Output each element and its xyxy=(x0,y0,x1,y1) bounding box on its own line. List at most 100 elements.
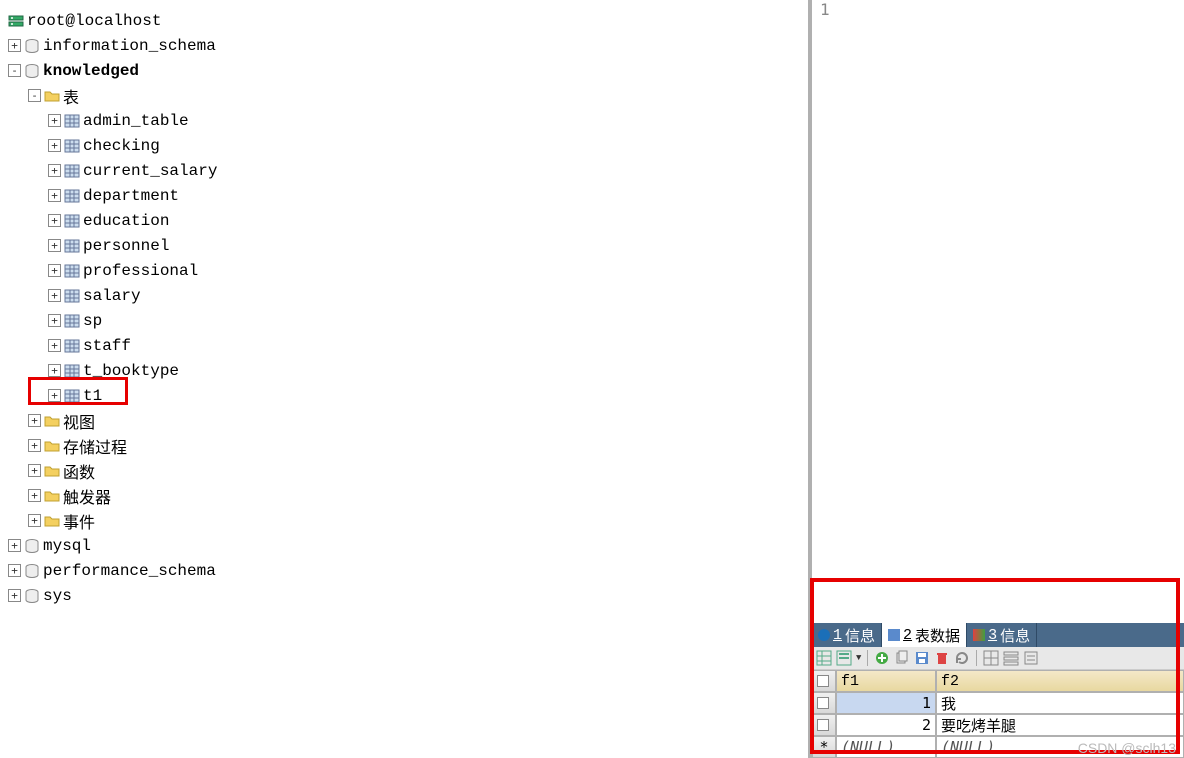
table-icon xyxy=(64,363,80,379)
expand-icon[interactable]: + xyxy=(28,414,41,427)
folder-icon xyxy=(44,413,60,429)
tree-label: root@localhost xyxy=(27,12,161,30)
tree-node-table[interactable]: +salary xyxy=(4,283,804,308)
expand-icon[interactable]: + xyxy=(48,114,61,127)
column-header-f1[interactable]: f1 xyxy=(836,670,936,692)
tree-label: information_schema xyxy=(43,37,216,55)
tree-node-db[interactable]: +mysql xyxy=(4,533,804,558)
expand-icon[interactable]: + xyxy=(28,514,41,527)
tree-node-folder[interactable]: +事件 xyxy=(4,508,804,533)
expand-icon[interactable]: + xyxy=(28,439,41,452)
table-icon xyxy=(64,288,80,304)
folder-icon xyxy=(44,438,60,454)
new-row-marker[interactable]: * xyxy=(812,736,836,758)
expand-icon[interactable]: + xyxy=(48,289,61,302)
tree-node-table[interactable]: + personnel xyxy=(4,233,804,258)
expand-icon[interactable]: + xyxy=(8,589,21,602)
chart-icon xyxy=(973,629,985,641)
wrap-icon[interactable] xyxy=(1023,650,1039,666)
tree-node-table[interactable]: + staff xyxy=(4,333,804,358)
tab-number: 2 xyxy=(903,627,912,644)
folder-icon xyxy=(44,513,60,529)
collapse-icon[interactable]: - xyxy=(28,89,41,102)
tree-node-table[interactable]: + department xyxy=(4,183,804,208)
expand-icon[interactable]: + xyxy=(8,564,21,577)
tree-node-table[interactable]: +professional xyxy=(4,258,804,283)
tab-info-1[interactable]: 1 信息 xyxy=(812,623,882,647)
tab-label: 信息 xyxy=(1000,625,1030,646)
copy-row-icon[interactable] xyxy=(894,650,910,666)
tab-data-2[interactable]: 2 表数据 xyxy=(882,623,967,647)
tree-node-tables-folder[interactable]: - 表 xyxy=(4,83,804,108)
column-header-f2[interactable]: f2 xyxy=(936,670,1184,692)
tree-node-folder[interactable]: +存储过程 xyxy=(4,433,804,458)
expand-icon[interactable]: + xyxy=(48,189,61,202)
expand-icon[interactable]: + xyxy=(48,314,61,327)
expand-icon[interactable]: + xyxy=(8,539,21,552)
text-grid-icon[interactable] xyxy=(1003,650,1019,666)
expand-icon[interactable]: + xyxy=(48,389,61,402)
tree-node-table[interactable]: + t1 xyxy=(4,383,804,408)
expand-icon[interactable]: + xyxy=(48,339,61,352)
result-tab-bar: 1 信息 2 表数据 3 信息 xyxy=(812,623,1184,647)
table-icon xyxy=(64,188,80,204)
tab-number: 3 xyxy=(988,627,997,644)
table-icon xyxy=(64,238,80,254)
tree-node-table[interactable]: + t_booktype xyxy=(4,358,804,383)
expand-icon[interactable]: + xyxy=(48,139,61,152)
collapse-icon[interactable]: - xyxy=(8,64,21,77)
tree-node-table[interactable]: + checking xyxy=(4,133,804,158)
tree-node-db-expanded[interactable]: - knowledged xyxy=(4,58,804,83)
database-icon xyxy=(24,63,40,79)
tree-node-db[interactable]: +performance_schema xyxy=(4,558,804,583)
cell-f2[interactable]: 要吃烤羊腿 xyxy=(936,714,1184,736)
cell-f1[interactable]: 1 xyxy=(836,692,936,714)
tree-label: admin_table xyxy=(83,112,189,130)
tree-label: t1 xyxy=(83,387,102,405)
tree-node-db[interactable]: + information_schema xyxy=(4,33,804,58)
cell-f2[interactable]: 我 xyxy=(936,692,1184,714)
tree-label: staff xyxy=(83,337,131,355)
expand-icon[interactable]: + xyxy=(48,264,61,277)
row-header[interactable] xyxy=(812,714,836,736)
globe-icon xyxy=(818,629,830,641)
save-icon[interactable] xyxy=(914,650,930,666)
delete-icon[interactable] xyxy=(934,650,950,666)
tab-info-3[interactable]: 3 信息 xyxy=(967,623,1037,647)
dropdown-icon[interactable]: ▼ xyxy=(856,653,861,663)
expand-icon[interactable]: + xyxy=(48,164,61,177)
tree-node-table[interactable]: +sp xyxy=(4,308,804,333)
folder-icon xyxy=(44,463,60,479)
tree-label: checking xyxy=(83,137,160,155)
tree-label: personnel xyxy=(83,237,169,255)
form-view-icon[interactable] xyxy=(836,650,852,666)
expand-icon[interactable]: + xyxy=(8,39,21,52)
add-row-icon[interactable] xyxy=(874,650,890,666)
refresh-icon[interactable] xyxy=(954,650,970,666)
tree-node-table[interactable]: + admin_table xyxy=(4,108,804,133)
cell-f1[interactable]: 2 xyxy=(836,714,936,736)
table-icon xyxy=(64,138,80,154)
expand-icon[interactable]: + xyxy=(28,464,41,477)
expand-icon[interactable]: + xyxy=(48,364,61,377)
tree-node-folder[interactable]: +函数 xyxy=(4,458,804,483)
tree-node-table[interactable]: + current_salary xyxy=(4,158,804,183)
tree-label: current_salary xyxy=(83,162,217,180)
tree-node-folder[interactable]: +视图 xyxy=(4,408,804,433)
tree-node-db[interactable]: +sys xyxy=(4,583,804,608)
row-header[interactable] xyxy=(812,692,836,714)
table-icon xyxy=(64,263,80,279)
database-icon xyxy=(24,38,40,54)
expand-icon[interactable]: + xyxy=(48,239,61,252)
tree-node-table[interactable]: +education xyxy=(4,208,804,233)
tree-label: t_booktype xyxy=(83,362,179,380)
grid-corner[interactable] xyxy=(812,670,836,692)
expand-icon[interactable]: + xyxy=(28,489,41,502)
tree-label: department xyxy=(83,187,179,205)
grid-icon[interactable] xyxy=(983,650,999,666)
tree-node-server[interactable]: root@localhost xyxy=(4,8,804,33)
grid-view-icon[interactable] xyxy=(816,650,832,666)
tree-node-folder[interactable]: +触发器 xyxy=(4,483,804,508)
expand-icon[interactable]: + xyxy=(48,214,61,227)
cell-null[interactable]: (NULL) xyxy=(836,736,936,758)
